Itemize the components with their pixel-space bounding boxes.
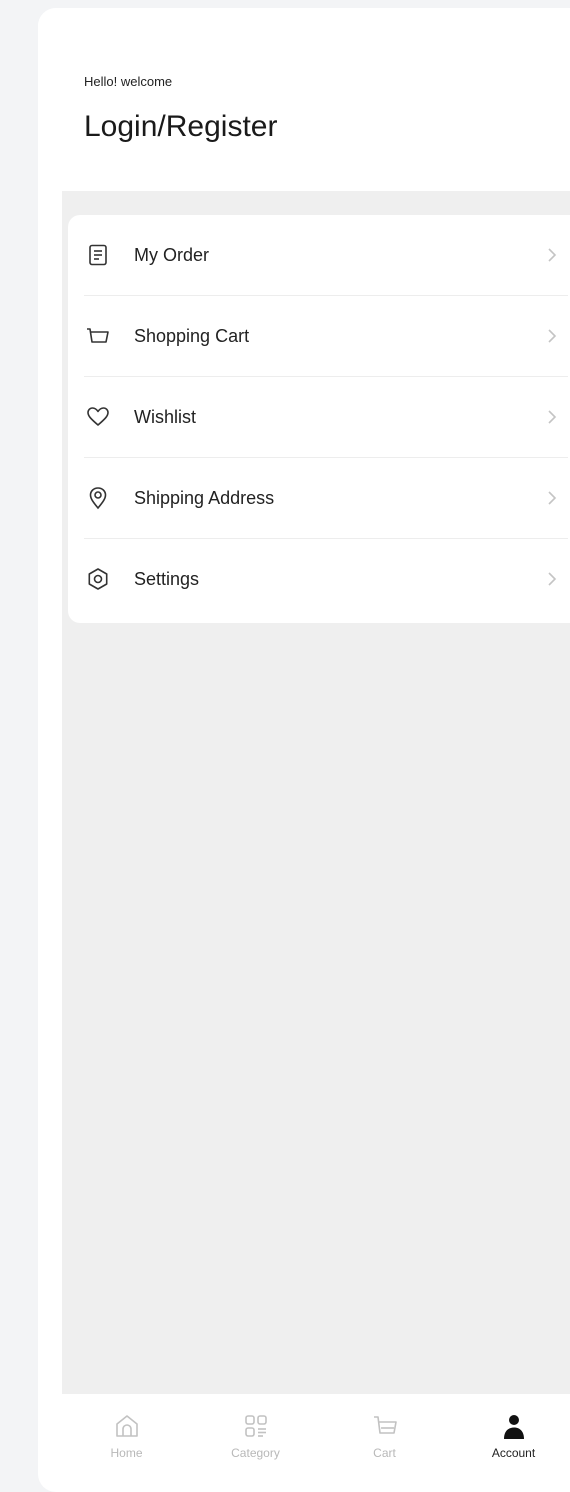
chevron-right-icon [548,410,557,424]
gear-icon [88,568,108,590]
menu-item-settings[interactable]: Settings [68,539,570,620]
chevron-right-icon [548,491,557,505]
tab-label: Home [110,1446,143,1460]
menu-item-wishlist[interactable]: Wishlist [68,377,570,458]
tab-label: Cart [373,1446,396,1460]
chevron-right-icon [548,572,557,586]
chevron-right-icon [548,329,557,343]
account-menu: My Order Shopping Cart Wishlist Shipping… [68,215,570,623]
heart-icon [87,407,109,426]
tab-label: Category [231,1446,280,1460]
user-icon [503,1415,524,1439]
menu-item-label: Wishlist [134,407,196,427]
menu-item-my-order[interactable]: My Order [68,215,570,296]
tab-label: Account [491,1446,536,1460]
menu-item-shopping-cart[interactable]: Shopping Cart [68,296,570,377]
account-header: Hello! welcome Login/Register [38,8,570,191]
tab-category[interactable]: Category [191,1394,320,1492]
app-screen: Hello! welcome Login/Register My Order S… [38,8,570,1492]
home-icon [115,1415,138,1437]
menu-item-label: Settings [134,569,200,589]
tab-cart[interactable]: Cart [320,1394,449,1492]
menu-item-label: Shipping Address [134,488,275,508]
order-list-icon [89,244,107,266]
bottom-tab-bar: Home Category Cart Account [62,1394,570,1492]
menu-item-label: Shopping Cart [134,326,250,346]
cart-icon [87,328,109,343]
chevron-right-icon [548,248,557,262]
tab-account[interactable]: Account [449,1394,570,1492]
category-grid-icon [244,1415,267,1437]
greeting-text: Hello! welcome [84,74,173,89]
login-register-link[interactable]: Login/Register [84,110,277,144]
menu-item-label: My Order [134,245,210,265]
cart-icon [373,1416,397,1434]
location-pin-icon [89,487,107,510]
account-content: My Order Shopping Cart Wishlist Shipping… [62,191,570,1394]
menu-item-shipping-address[interactable]: Shipping Address [68,458,570,539]
tab-home[interactable]: Home [62,1394,191,1492]
